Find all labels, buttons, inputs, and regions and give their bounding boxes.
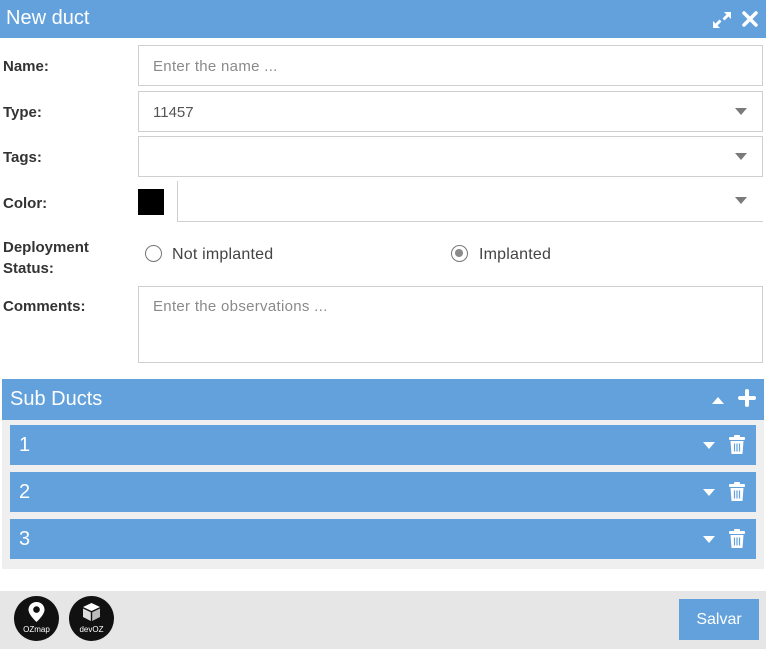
trash-icon[interactable] xyxy=(728,529,746,549)
chevron-down-icon xyxy=(735,153,747,160)
tags-label: Tags: xyxy=(3,149,42,166)
ozmap-logo[interactable]: OZmap xyxy=(14,596,59,641)
sub-ducts-header: Sub Ducts xyxy=(2,379,764,420)
expand-row-icon[interactable] xyxy=(703,536,715,543)
collapse-icon[interactable] xyxy=(712,397,724,404)
chevron-down-icon xyxy=(735,108,747,115)
deployment-label-line1: Deployment xyxy=(3,239,89,256)
sub-duct-label: 2 xyxy=(19,481,31,503)
sub-duct-label: 1 xyxy=(19,434,31,456)
type-label: Type: xyxy=(3,104,42,121)
add-icon[interactable] xyxy=(738,389,756,407)
sub-duct-row[interactable]: 3 xyxy=(10,519,756,559)
expand-row-icon[interactable] xyxy=(703,442,715,449)
expand-icon[interactable] xyxy=(711,10,733,30)
comments-placeholder: Enter the observations ... xyxy=(153,298,328,315)
dialog-titlebar: New duct xyxy=(0,0,766,38)
sub-duct-row[interactable]: 2 xyxy=(10,472,756,512)
color-label: Color: xyxy=(3,195,48,212)
dialog-footer: OZmap devOZ Salvar xyxy=(0,591,766,649)
sub-duct-row[interactable]: 1 xyxy=(10,425,756,465)
devoz-logo[interactable]: devOZ xyxy=(69,596,114,641)
name-placeholder: Enter the name ... xyxy=(153,58,278,75)
map-pin-icon xyxy=(28,602,45,622)
dialog-title: New duct xyxy=(6,7,90,29)
type-select[interactable]: 11457 xyxy=(138,91,763,132)
radio-implanted-label[interactable]: Implanted xyxy=(479,246,551,264)
save-button[interactable]: Salvar xyxy=(679,599,759,640)
comments-label: Comments: xyxy=(3,298,86,315)
trash-icon[interactable] xyxy=(728,435,746,455)
deployment-label-line2: Status: xyxy=(3,260,54,277)
color-select[interactable] xyxy=(177,181,763,222)
expand-row-icon[interactable] xyxy=(703,489,715,496)
radio-not-implanted-label[interactable]: Not implanted xyxy=(172,246,273,264)
devoz-logo-text: devOZ xyxy=(79,625,104,634)
sub-ducts-title: Sub Ducts xyxy=(10,388,103,410)
close-icon[interactable] xyxy=(741,10,759,28)
comments-textarea[interactable]: Enter the observations ... xyxy=(138,286,763,363)
radio-implanted[interactable] xyxy=(451,245,468,262)
ozmap-logo-text: OZmap xyxy=(23,625,50,634)
tags-select[interactable] xyxy=(138,136,763,177)
name-label: Name: xyxy=(3,58,49,75)
radio-not-implanted[interactable] xyxy=(145,245,162,262)
cube-icon xyxy=(83,603,100,621)
name-input[interactable]: Enter the name ... xyxy=(138,45,763,86)
sub-duct-label: 3 xyxy=(19,528,31,550)
color-swatch[interactable] xyxy=(138,189,164,215)
chevron-down-icon xyxy=(735,197,747,204)
type-value: 11457 xyxy=(153,104,194,121)
trash-icon[interactable] xyxy=(728,482,746,502)
